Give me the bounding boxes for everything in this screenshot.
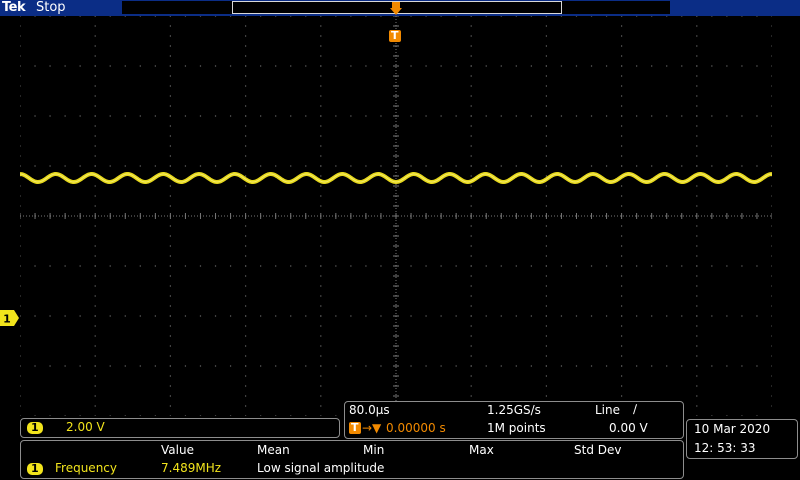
channel1-settings-panel[interactable]: 1 2.00 V	[20, 418, 340, 438]
measurement-name: Frequency	[55, 461, 117, 475]
meas-header-value: Value	[161, 443, 194, 457]
measurement-channel-badge: 1	[27, 463, 43, 475]
trigger-position-marker[interactable]: T	[389, 24, 403, 42]
measurement-note: Low signal amplitude	[257, 461, 385, 475]
meas-header-max: Max	[469, 443, 494, 457]
trigger-marker-label: T	[389, 29, 401, 42]
record-length: 1M points	[487, 421, 546, 435]
timebase-trigger-panel[interactable]: 80.0µs 1.25GS/s Line ∕ T →▼ 0.00000 s 1M…	[344, 401, 684, 439]
channel1-marker-label: 1	[3, 313, 11, 326]
horizontal-scale: 80.0µs	[349, 403, 390, 417]
date-display: 10 Mar 2020	[694, 422, 771, 436]
trigger-level: 0.00 V	[609, 421, 648, 435]
sample-rate: 1.25GS/s	[487, 403, 541, 417]
meas-header-min: Min	[363, 443, 385, 457]
measurement-value: 7.489MHz	[161, 461, 222, 475]
channel1-scale: 2.00 V	[66, 420, 105, 434]
center-axes	[20, 16, 772, 416]
position-arrow-icon: →▼	[362, 421, 382, 435]
time-display: 12: 53: 33	[694, 441, 756, 455]
trigger-source: Line	[595, 403, 621, 417]
rising-edge-icon: ∕	[633, 402, 638, 416]
date-time-panel: 10 Mar 2020 12: 53: 33	[686, 419, 798, 459]
graticule[interactable]	[20, 16, 772, 416]
meas-header-stddev: Std Dev	[574, 443, 622, 457]
trigger-position-top-icon[interactable]	[389, 0, 403, 16]
horizontal-position: 0.00000 s	[386, 421, 446, 435]
channel1-ground-marker[interactable]: 1	[0, 310, 20, 326]
meas-header-mean: Mean	[257, 443, 290, 457]
measurement-panel[interactable]: Value Mean Min Max Std Dev 1 Frequency 7…	[20, 440, 684, 479]
brand-logo: Tek	[2, 0, 26, 15]
channel1-badge: 1	[27, 422, 43, 434]
trigger-badge: T	[349, 421, 361, 434]
acquisition-status[interactable]: Stop	[36, 0, 66, 15]
